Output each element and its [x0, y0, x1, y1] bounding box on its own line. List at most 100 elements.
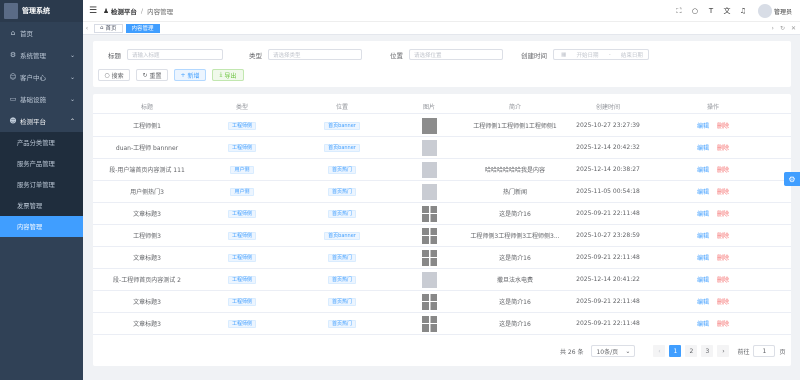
- delete-button[interactable]: 删除: [717, 275, 729, 284]
- prev-page-button[interactable]: ‹: [653, 345, 666, 357]
- page-size-select[interactable]: 10条/页 ⌄: [591, 345, 636, 357]
- bell-icon[interactable]: ♫: [736, 7, 750, 15]
- edit-button[interactable]: 编辑: [697, 187, 709, 196]
- edit-button[interactable]: 编辑: [697, 297, 709, 306]
- cell-intro: 这是简介16: [499, 255, 531, 262]
- edit-button[interactable]: 编辑: [697, 319, 709, 328]
- page-1[interactable]: 1: [669, 345, 682, 357]
- delete-button[interactable]: 删除: [717, 165, 729, 174]
- sidebar-subitem-product[interactable]: 服务产品管理: [0, 153, 83, 174]
- cell-intro: 工程师侧1工程师侧1工程师侧1: [473, 123, 557, 130]
- avatar[interactable]: [757, 4, 772, 18]
- date-range-picker[interactable]: ▦ 开始日期 - 结束日期: [553, 49, 649, 60]
- fullscreen-icon[interactable]: ⛶: [672, 7, 686, 16]
- position-tag: 首页banner: [324, 121, 360, 130]
- refresh-icon[interactable]: ↻: [780, 25, 785, 32]
- delete-button[interactable]: 删除: [717, 187, 729, 196]
- font-size-icon[interactable]: T: [704, 7, 718, 15]
- chevron-right-icon[interactable]: ›: [772, 25, 774, 32]
- edit-button[interactable]: 编辑: [697, 121, 709, 130]
- delete-button[interactable]: 删除: [717, 297, 729, 306]
- sidebar-item-detection[interactable]: ☻ 检测平台 ⌃: [0, 110, 83, 132]
- tag-content[interactable]: 内容管理: [125, 23, 160, 33]
- cell-created: 2025-09-21 22:11:48: [576, 254, 640, 261]
- table-row: 工程师侧3 工程师侧 首页banner 工程师侧3工程师侧3工程师侧3... 2025-…: [93, 225, 791, 247]
- reset-button[interactable]: ↻ 重置: [136, 69, 168, 81]
- cell-image: [401, 291, 457, 312]
- position-select[interactable]: 请选择位置: [409, 49, 503, 60]
- delete-button[interactable]: 删除: [717, 319, 729, 328]
- thumbnail-image[interactable]: [421, 183, 437, 200]
- download-icon: ⤓: [219, 71, 223, 78]
- thumbnail-image[interactable]: [421, 293, 437, 310]
- thumbnail-image[interactable]: [421, 117, 437, 134]
- delete-button[interactable]: 删除: [717, 143, 729, 152]
- thumbnail-image[interactable]: [421, 205, 437, 222]
- page-3[interactable]: 3: [701, 345, 714, 357]
- cell-actions: 编辑 删除: [643, 247, 783, 268]
- edit-button[interactable]: 编辑: [697, 165, 709, 174]
- add-button[interactable]: + 新增: [174, 69, 206, 81]
- col-actions: 操作: [706, 104, 719, 111]
- page-2[interactable]: 2: [685, 345, 698, 357]
- edit-button[interactable]: 编辑: [697, 209, 709, 218]
- col-type: 类型: [235, 104, 248, 111]
- search-button[interactable]: ○ 搜索: [98, 69, 130, 81]
- sidebar-item-system[interactable]: ⚙ 系统管理 ⌄: [0, 44, 83, 66]
- delete-button[interactable]: 删除: [717, 121, 729, 130]
- cell-created: 2025-11-05 00:54:18: [576, 188, 640, 195]
- cell-title: 工程师侧1: [133, 123, 161, 130]
- breadcrumb-separator: /: [140, 6, 144, 15]
- hamburger-icon[interactable]: ☰: [89, 6, 97, 16]
- type-select[interactable]: 请选择类型: [268, 49, 362, 60]
- cell-intro: 热门新闻: [502, 189, 527, 196]
- cell-created: 2025-12-14 20:41:22: [576, 276, 640, 283]
- edit-button[interactable]: 编辑: [697, 143, 709, 152]
- position-tag: 首页banner: [324, 231, 360, 240]
- cell-type: 工程师侧: [201, 313, 283, 334]
- thumbnail-image[interactable]: [421, 315, 437, 332]
- edit-button[interactable]: 编辑: [697, 253, 709, 262]
- title-input[interactable]: 请输入标题: [127, 49, 223, 60]
- delete-button[interactable]: 删除: [717, 231, 729, 240]
- thumbnail-image[interactable]: [421, 249, 437, 266]
- cell-type: 工程师侧: [201, 115, 283, 136]
- translate-icon[interactable]: 文: [720, 6, 734, 16]
- export-button[interactable]: ⤓ 导出: [212, 69, 244, 81]
- thumbnail-image[interactable]: [421, 271, 437, 288]
- position-tag: 首页热门: [327, 297, 356, 306]
- edit-button[interactable]: 编辑: [697, 231, 709, 240]
- header-tools: ⛶ ○ T 文 ♫ 管理员: [672, 0, 800, 22]
- col-image: 图片: [422, 104, 435, 111]
- thumbnail-image[interactable]: [421, 161, 437, 178]
- sidebar-subitem-content[interactable]: 内容管理: [0, 216, 83, 237]
- chevron-left-icon[interactable]: ‹: [83, 25, 91, 32]
- sidebar-item-customer[interactable]: ☺ 客户中心 ⌄: [0, 66, 83, 88]
- sidebar-subitem-invoice[interactable]: 发票管理: [0, 195, 83, 216]
- delete-button[interactable]: 删除: [717, 253, 729, 262]
- delete-button[interactable]: 删除: [717, 209, 729, 218]
- edit-button[interactable]: 编辑: [697, 275, 709, 284]
- sidebar-item-infra[interactable]: ▭ 基础设施 ⌄: [0, 88, 83, 110]
- type-tag: 工程师侧: [227, 209, 256, 218]
- tag-home[interactable]: ⌂ 首页: [94, 23, 123, 33]
- search-icon[interactable]: ○: [688, 7, 702, 15]
- goto-input[interactable]: 1: [753, 345, 776, 357]
- chevron-down-icon: ⌄: [69, 51, 75, 59]
- created-label: 创建时间: [521, 51, 547, 60]
- thumbnail-image[interactable]: [421, 139, 437, 156]
- thumbnail-image[interactable]: [421, 227, 437, 244]
- table-header: 标题 类型 位置 图片 简介 创建时间 操作: [93, 100, 791, 114]
- cell-title: duan-工程师 bannner: [115, 145, 179, 152]
- title-label: 标题: [108, 51, 121, 60]
- username[interactable]: 管理员: [774, 7, 792, 16]
- col-position: 位置: [335, 104, 348, 111]
- settings-float-button[interactable]: ⚙: [784, 172, 800, 186]
- breadcrumb-item[interactable]: 检测平台: [111, 6, 137, 16]
- close-icon[interactable]: ✕: [791, 25, 796, 32]
- sidebar-item-home[interactable]: ⌂ 首页: [0, 22, 83, 44]
- sidebar-subitem-order[interactable]: 服务订单管理: [0, 174, 83, 195]
- type-tag: 用户侧: [230, 187, 254, 196]
- next-page-button[interactable]: ›: [717, 345, 730, 357]
- sidebar-subitem-category[interactable]: 产品分类管理: [0, 132, 83, 153]
